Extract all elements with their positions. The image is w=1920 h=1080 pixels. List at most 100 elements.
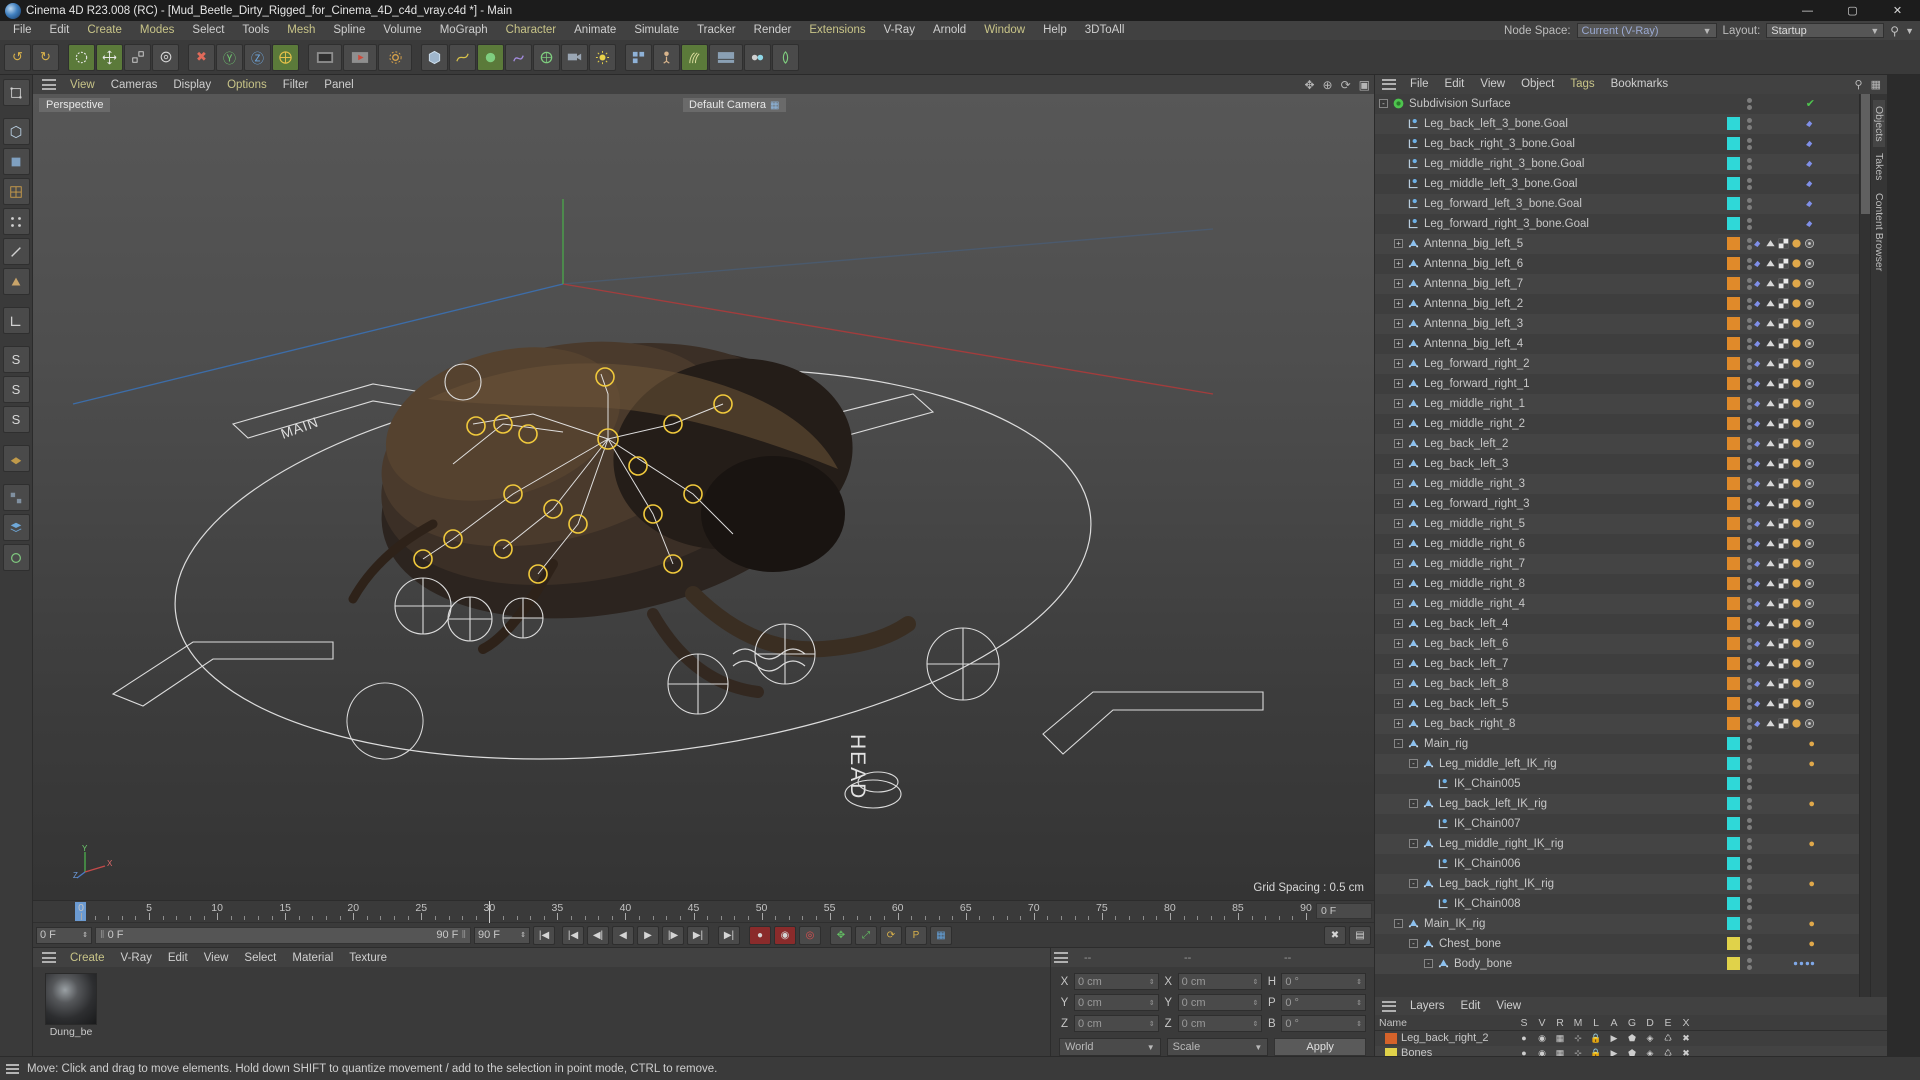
object-row[interactable]: Leg_back_left_3_bone.Goal: [1375, 113, 1859, 134]
object-tags[interactable]: [1752, 718, 1815, 729]
object-row[interactable]: + Leg_back_left_4: [1375, 613, 1859, 634]
expand-toggle-icon[interactable]: +: [1394, 279, 1403, 289]
collapse-toggle-icon[interactable]: -: [1394, 919, 1403, 929]
object-tags[interactable]: [1804, 118, 1815, 129]
object-layer-color[interactable]: [1727, 317, 1740, 331]
expand-toggle-icon[interactable]: +: [1394, 399, 1403, 409]
coord-field-size-x[interactable]: 0 cm ⇕: [1177, 973, 1263, 990]
object-tags[interactable]: [1752, 678, 1815, 689]
coord-field-rotation-h[interactable]: 0 ° ⇕: [1281, 973, 1367, 990]
material-menu-handle-icon[interactable]: [42, 952, 56, 963]
collapse-toggle-icon[interactable]: -: [1409, 799, 1418, 809]
collapse-toggle-icon[interactable]: -: [1379, 99, 1388, 109]
object-row[interactable]: + Leg_middle_right_6: [1375, 533, 1859, 554]
object-tags[interactable]: [1752, 658, 1815, 669]
expand-toggle-icon[interactable]: +: [1394, 319, 1403, 329]
scale-key-button[interactable]: ⤢: [855, 925, 877, 945]
object-row[interactable]: - Chest_bone ●: [1375, 933, 1859, 954]
object-row[interactable]: Leg_forward_right_3_bone.Goal: [1375, 213, 1859, 234]
snap-settings-icon[interactable]: S: [2, 346, 30, 373]
object-row[interactable]: + Antenna_big_left_7: [1375, 273, 1859, 294]
visibility-dots-icon[interactable]: [1747, 817, 1752, 830]
viewport-menu-item-panel[interactable]: Panel: [316, 79, 361, 91]
expand-toggle-icon[interactable]: +: [1394, 239, 1403, 249]
chevron-down-icon[interactable]: ▼: [1905, 26, 1914, 36]
menu-item-simulate[interactable]: Simulate: [625, 21, 688, 40]
menu-item-animate[interactable]: Animate: [565, 21, 625, 40]
menu-item-create[interactable]: Create: [78, 21, 131, 40]
current-frame-field[interactable]: 0 F ⇕: [36, 926, 92, 944]
layer-toggle-l[interactable]: 🔒: [1587, 1033, 1605, 1044]
expand-toggle-icon[interactable]: +: [1394, 439, 1403, 449]
expand-toggle-icon[interactable]: +: [1394, 599, 1403, 609]
object-row[interactable]: - Leg_back_left_IK_rig ●: [1375, 793, 1859, 814]
expand-toggle-icon[interactable]: +: [1394, 619, 1403, 629]
object-row[interactable]: + Leg_back_left_6: [1375, 633, 1859, 654]
object-row[interactable]: IK_Chain007: [1375, 813, 1859, 834]
object-row[interactable]: + Antenna_big_left_6: [1375, 253, 1859, 274]
layer-name-cell[interactable]: Leg_back_right_2: [1375, 1032, 1515, 1044]
object-row[interactable]: - Leg_back_right_IK_rig ●: [1375, 873, 1859, 894]
visibility-dots-icon[interactable]: [1747, 957, 1752, 970]
object-tags[interactable]: [1804, 218, 1815, 229]
record-active-objects-button[interactable]: ●: [749, 925, 771, 945]
menu-item-window[interactable]: Window: [975, 21, 1034, 40]
layer-toggle-e[interactable]: ♺: [1659, 1033, 1677, 1044]
menu-item-help[interactable]: Help: [1034, 21, 1076, 40]
object-layer-color[interactable]: [1727, 817, 1740, 831]
material-item[interactable]: Dung_be: [45, 973, 97, 1038]
timeline-options-button[interactable]: ▤: [1349, 925, 1371, 945]
object-row[interactable]: + Antenna_big_left_3: [1375, 313, 1859, 334]
layer-toggle-x[interactable]: ✖: [1677, 1033, 1695, 1044]
object-menu-item-bookmarks[interactable]: Bookmarks: [1603, 78, 1677, 90]
object-row[interactable]: - Subdivision Surface ✔: [1375, 93, 1859, 114]
spinner-icon[interactable]: ⇕: [1356, 978, 1362, 986]
object-menu-item-tags[interactable]: Tags: [1562, 78, 1602, 90]
object-layer-color[interactable]: [1727, 417, 1740, 431]
layer-toggle-a[interactable]: ▶: [1605, 1033, 1623, 1044]
object-layer-color[interactable]: [1727, 257, 1740, 271]
object-menu-item-file[interactable]: File: [1402, 78, 1437, 90]
object-layer-color[interactable]: [1727, 477, 1740, 491]
object-layer-color[interactable]: [1727, 537, 1740, 551]
collapse-toggle-icon[interactable]: -: [1409, 839, 1418, 849]
node-space-select[interactable]: Current (V-Ray) ▼: [1576, 23, 1717, 38]
viewport-solo-icon[interactable]: [2, 484, 30, 511]
object-row[interactable]: Leg_forward_left_3_bone.Goal: [1375, 193, 1859, 214]
object-layer-color[interactable]: [1727, 397, 1740, 411]
object-layer-color[interactable]: [1727, 877, 1740, 891]
status-menu-handle-icon[interactable]: [6, 1062, 19, 1076]
window-controls[interactable]: — ▢ ✕: [1785, 0, 1920, 21]
object-layer-color[interactable]: [1727, 457, 1740, 471]
visibility-dots-icon[interactable]: [1747, 797, 1752, 810]
polygons-mode-icon[interactable]: [2, 268, 30, 295]
preview-range-bar[interactable]: ‖ 0 F 90 F ‖: [95, 926, 471, 944]
object-tags[interactable]: [1752, 538, 1815, 549]
expand-toggle-icon[interactable]: +: [1394, 459, 1403, 469]
add-cube-button[interactable]: [421, 43, 448, 71]
apply-button[interactable]: Apply: [1274, 1038, 1367, 1056]
menu-item-character[interactable]: Character: [497, 21, 566, 40]
object-tags[interactable]: ●: [1808, 938, 1815, 950]
search-icon[interactable]: ⚲: [1855, 78, 1863, 91]
collapse-toggle-icon[interactable]: -: [1409, 939, 1418, 949]
tab-content-browser[interactable]: Content Browser: [1873, 187, 1885, 277]
object-tags[interactable]: [1804, 138, 1815, 149]
object-row[interactable]: + Leg_back_left_2: [1375, 433, 1859, 454]
object-row[interactable]: - Body_bone: [1375, 953, 1859, 974]
object-tags[interactable]: [1752, 318, 1815, 329]
object-menu-item-view[interactable]: View: [1472, 78, 1513, 90]
object-tags[interactable]: [1752, 258, 1815, 269]
constraint-tag-icon[interactable]: ●: [1808, 938, 1815, 950]
render-to-picture-viewer-button[interactable]: [343, 43, 377, 71]
menu-item-extensions[interactable]: Extensions: [800, 21, 874, 40]
object-layer-color[interactable]: [1727, 177, 1740, 191]
visibility-dots-icon[interactable]: [1747, 877, 1752, 890]
snap-quantize-icon[interactable]: S: [2, 376, 30, 403]
step-back-button[interactable]: ◀|: [587, 925, 609, 945]
object-layer-color[interactable]: [1727, 957, 1740, 971]
object-tags[interactable]: [1752, 398, 1815, 409]
object-row[interactable]: + Leg_middle_right_4: [1375, 593, 1859, 614]
viewport-maximize-icon[interactable]: ▣: [1359, 78, 1370, 92]
object-tags[interactable]: ●: [1808, 838, 1815, 850]
